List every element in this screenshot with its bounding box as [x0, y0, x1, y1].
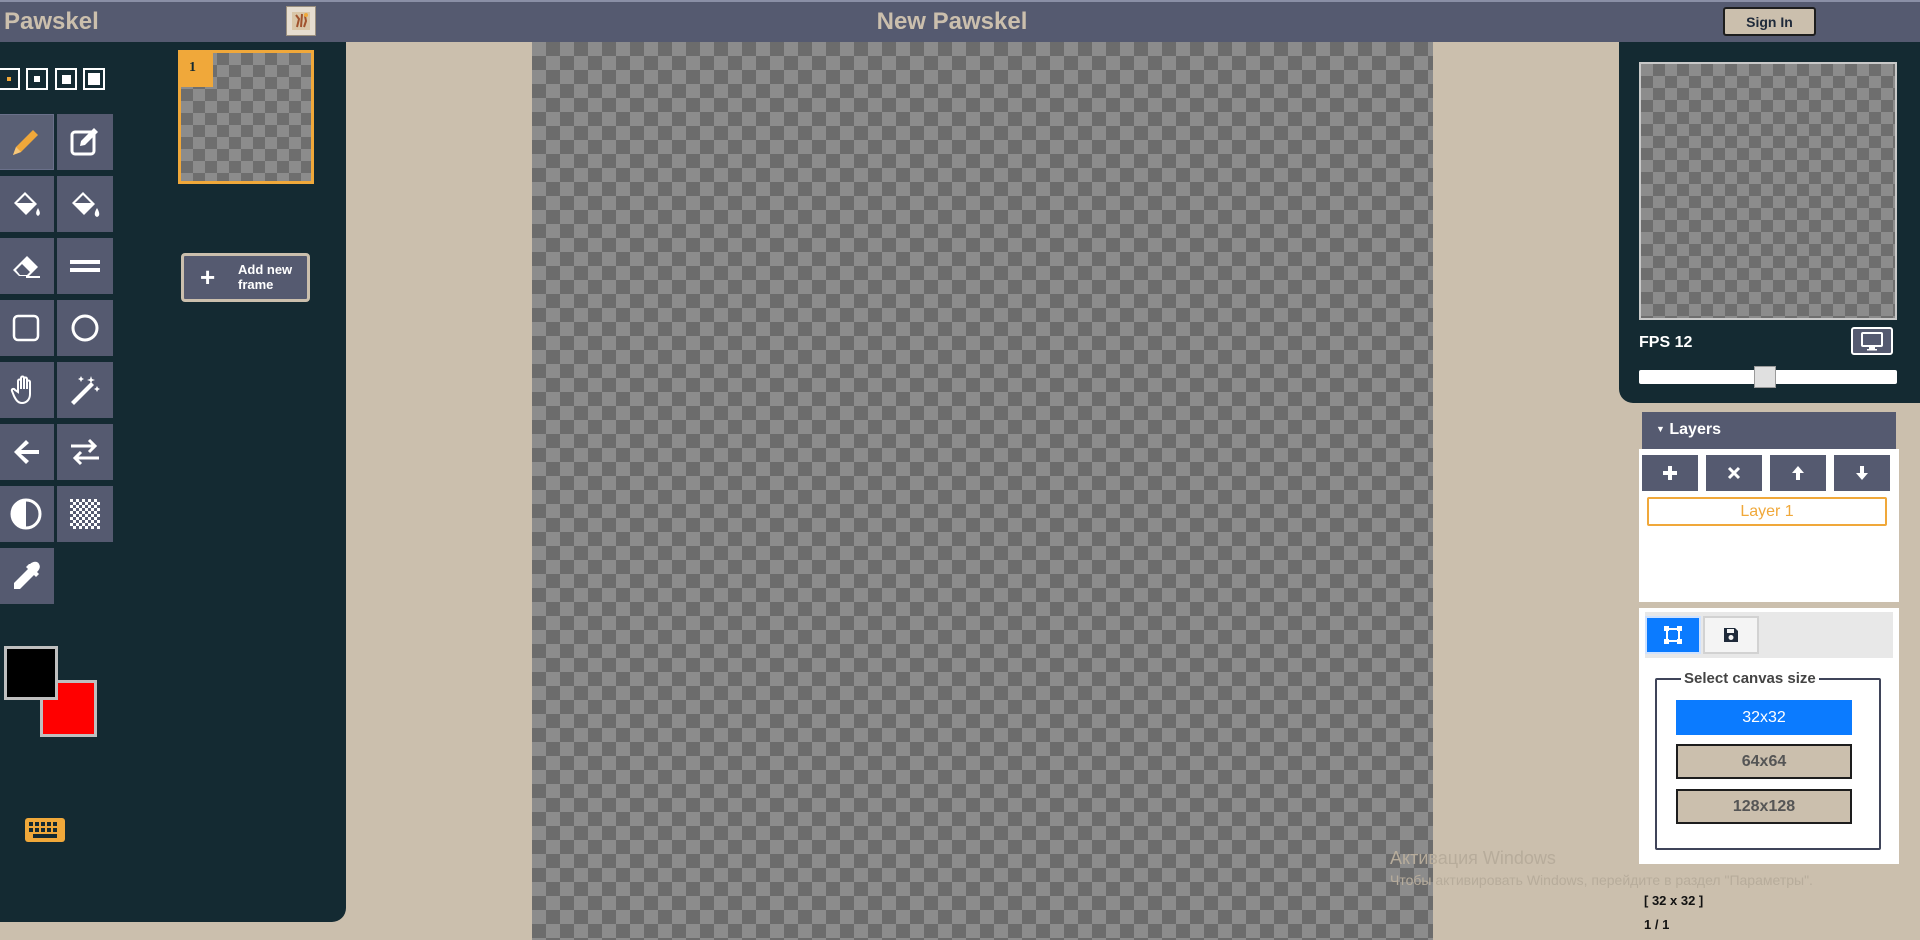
arrow-left-icon	[14, 440, 39, 464]
primary-color-swatch[interactable]	[4, 646, 58, 700]
line-icon	[70, 260, 100, 272]
circle-tool[interactable]	[57, 300, 113, 356]
size-64-button[interactable]: 64x64	[1676, 744, 1852, 779]
canvas-size-legend: Select canvas size	[1681, 670, 1819, 687]
circle-icon	[71, 314, 99, 342]
move-layer-up-button[interactable]	[1770, 455, 1826, 491]
eraser-icon	[13, 256, 40, 278]
pencil-tool[interactable]	[0, 114, 54, 170]
layer-item[interactable]: Layer 1	[1647, 497, 1887, 526]
pen-size-3[interactable]	[55, 68, 77, 90]
swap-arrows-icon	[71, 438, 99, 466]
checkerboard-icon	[70, 499, 100, 529]
fullscreen-preview-button[interactable]	[1851, 327, 1893, 355]
sign-in-button[interactable]: Sign In	[1723, 7, 1816, 36]
add-layer-button[interactable]	[1642, 455, 1698, 491]
paint-bucket-drop-icon	[72, 192, 100, 217]
plus-icon: +	[200, 262, 216, 292]
arrow-down-icon	[1856, 466, 1868, 480]
layers-title: Layers	[1669, 421, 1721, 438]
fps-slider[interactable]	[1639, 366, 1897, 388]
keyboard-shortcuts-button[interactable]	[24, 816, 66, 849]
app-header: Pawskel New Pawskel Sign In	[0, 0, 1920, 42]
move-layer-down-button[interactable]	[1834, 455, 1890, 491]
hand-icon	[10, 375, 31, 405]
drawing-canvas[interactable]	[532, 42, 1433, 940]
edit-pencil-icon	[70, 128, 98, 156]
pen-size-4[interactable]	[83, 68, 105, 90]
frame-thumbnail[interactable]: 1	[178, 50, 314, 184]
add-frame-label: Add new frame	[238, 262, 293, 292]
frame-number: 1	[181, 53, 213, 87]
fps-label: FPS 12	[1639, 334, 1693, 351]
pen-size-2[interactable]	[26, 68, 48, 90]
size-32-button[interactable]: 32x32	[1676, 700, 1852, 735]
windows-activation-title: Активация Windows	[1390, 848, 1556, 868]
eyedropper-icon	[14, 561, 40, 589]
magic-wand-tool[interactable]	[57, 362, 113, 418]
caret-down-icon: ▼	[1656, 424, 1665, 434]
layers-header[interactable]: ▼ Layers	[1642, 412, 1896, 449]
dithering-tool[interactable]	[57, 486, 113, 542]
header-top-border	[0, 0, 1920, 2]
frame-page-status: 1 / 1	[1644, 917, 1670, 932]
settings-tabbar	[1645, 612, 1893, 658]
edit-tool[interactable]	[57, 114, 113, 170]
close-icon	[1727, 466, 1741, 480]
windows-activation-text: Чтобы активировать Windows, перейдите в …	[1390, 872, 1813, 888]
animation-preview	[1639, 62, 1897, 320]
rectangle-icon	[12, 314, 40, 342]
tab-save[interactable]	[1703, 616, 1759, 654]
keyboard-icon	[25, 818, 65, 842]
eyedropper-tool[interactable]	[0, 548, 54, 604]
magic-wand-icon	[71, 376, 100, 405]
arrow-up-icon	[1792, 466, 1804, 480]
flip-tool[interactable]	[57, 424, 113, 480]
canvas-size-status: [ 32 x 32 ]	[1644, 893, 1704, 908]
size-128-button[interactable]: 128x128	[1676, 789, 1852, 824]
tab-resize[interactable]	[1645, 616, 1701, 654]
resize-icon	[1664, 626, 1682, 644]
line-tool[interactable]	[57, 238, 113, 294]
document-title[interactable]: New Pawskel	[0, 8, 1904, 36]
paint-bucket-tool[interactable]	[0, 176, 54, 232]
layers-panel: Layer 1	[1639, 449, 1899, 602]
pen-size-1[interactable]	[0, 68, 20, 90]
fps-slider-thumb[interactable]	[1754, 366, 1776, 388]
hand-tool[interactable]	[0, 362, 54, 418]
plus-icon	[1663, 466, 1677, 480]
settings-panel: Select canvas size 32x32 64x64 128x128	[1639, 608, 1899, 864]
animation-preview-panel: FPS 12	[1619, 42, 1920, 403]
monitor-icon	[1861, 332, 1883, 351]
paint-bucket-icon	[14, 192, 40, 216]
rectangle-tool[interactable]	[0, 300, 54, 356]
lighten-tool[interactable]	[0, 486, 54, 542]
pencil-icon	[13, 130, 38, 155]
move-tool[interactable]	[0, 424, 54, 480]
add-new-frame-button[interactable]: + Add new frame	[181, 253, 310, 302]
save-icon	[1724, 628, 1738, 642]
delete-layer-button[interactable]	[1706, 455, 1762, 491]
eraser-tool[interactable]	[0, 238, 54, 294]
contrast-icon	[10, 498, 42, 530]
paint-bucket-fill-tool[interactable]	[57, 176, 113, 232]
